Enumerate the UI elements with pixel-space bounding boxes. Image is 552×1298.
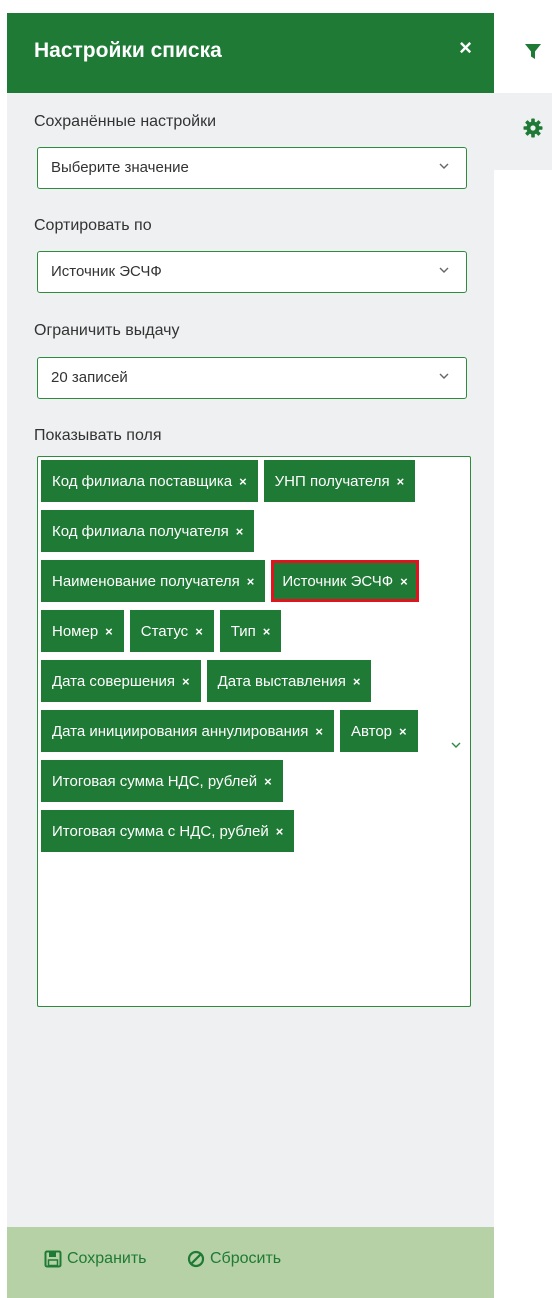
- field-tag-label: Тип: [230, 622, 256, 640]
- field-tag-label: Дата выставления: [217, 672, 346, 690]
- chevron-down-icon: [439, 267, 449, 273]
- field-tag-label: Код филиала получателя: [52, 522, 229, 540]
- field-tag-label: Дата инициирования аннулирования: [52, 722, 309, 740]
- field-tag-label: Код филиала поставщика: [52, 472, 233, 490]
- remove-tag-icon[interactable]: ×: [399, 724, 407, 739]
- remove-tag-icon[interactable]: ×: [236, 524, 244, 539]
- field-tag-label: Автор: [350, 722, 393, 740]
- left-edge-strip: [0, 100, 7, 1200]
- fields-multiselect[interactable]: Код филиала поставщика × УНП получателя × Ко…: [37, 456, 471, 1007]
- list-settings-panel: Настройки списка × Сохранённые настройки…: [7, 13, 494, 1298]
- remove-tag-icon[interactable]: ×: [182, 674, 190, 689]
- limit-label: Ограничить выдачу: [34, 322, 180, 339]
- saved-settings-label: Сохранённые настройки: [34, 113, 217, 130]
- remove-tag-icon[interactable]: ×: [105, 624, 113, 639]
- chevron-down-icon[interactable]: [450, 739, 462, 751]
- field-tag-label: Дата совершения: [52, 672, 176, 690]
- floppy-disk-icon: [44, 1250, 62, 1268]
- field-tag-label: Источник ЭСЧФ: [282, 572, 394, 590]
- field-tag[interactable]: Дата инициирования аннулирования ×: [41, 710, 334, 752]
- reset-button-label: Сбросить: [210, 1250, 282, 1267]
- field-tag[interactable]: Статус ×: [129, 610, 214, 652]
- remove-tag-icon[interactable]: ×: [397, 474, 405, 489]
- sort-by-label: Сортировать по: [34, 217, 152, 234]
- field-tag[interactable]: Источник ЭСЧФ ×: [271, 560, 419, 602]
- field-tag[interactable]: Код филиала поставщика ×: [41, 460, 258, 502]
- saved-settings-select[interactable]: Выберите значение: [37, 147, 467, 189]
- remove-tag-icon[interactable]: ×: [315, 724, 323, 739]
- field-tag[interactable]: Тип ×: [219, 610, 282, 652]
- field-tag-label: Статус: [140, 622, 189, 640]
- remove-tag-icon[interactable]: ×: [276, 824, 284, 839]
- side-toolbar: [494, 13, 552, 170]
- field-tag-label: Номер: [52, 622, 99, 640]
- remove-tag-icon[interactable]: ×: [239, 474, 247, 489]
- field-tag[interactable]: Наименование получателя ×: [41, 560, 266, 602]
- reset-button[interactable]: Сбросить: [187, 1250, 281, 1268]
- fields-tag-list: Код филиала поставщика × УНП получателя × Ко…: [41, 460, 441, 852]
- limit-select[interactable]: 20 записей: [37, 357, 467, 399]
- field-tag-label: УНП получателя: [274, 472, 390, 490]
- field-tag-label: Наименование получателя: [52, 572, 240, 590]
- chevron-down-icon: [439, 163, 449, 169]
- sort-by-value: Источник ЭСЧФ: [51, 263, 162, 280]
- field-tag[interactable]: УНП получателя ×: [263, 460, 416, 502]
- remove-tag-icon[interactable]: ×: [263, 624, 271, 639]
- field-tag[interactable]: Номер ×: [41, 610, 124, 652]
- panel-header: Настройки списка ×: [7, 13, 494, 93]
- close-icon[interactable]: ×: [459, 37, 472, 59]
- field-tag[interactable]: Итоговая сумма с НДС, рублей ×: [41, 810, 295, 852]
- field-tag-label: Итоговая сумма НДС, рублей: [52, 772, 258, 790]
- remove-tag-icon[interactable]: ×: [400, 574, 408, 589]
- save-button-label: Сохранить: [67, 1250, 147, 1267]
- field-tag[interactable]: Итоговая сумма НДС, рублей ×: [41, 760, 283, 802]
- remove-tag-icon[interactable]: ×: [264, 774, 272, 789]
- save-button[interactable]: Сохранить: [44, 1250, 147, 1268]
- fields-label: Показывать поля: [34, 427, 162, 444]
- chevron-down-icon: [439, 373, 449, 379]
- app-stage: Настройки списка × Сохранённые настройки…: [0, 0, 552, 1298]
- limit-value: 20 записей: [51, 369, 128, 386]
- remove-tag-icon[interactable]: ×: [353, 674, 361, 689]
- remove-tag-icon[interactable]: ×: [195, 624, 203, 639]
- panel-title: Настройки списка: [34, 39, 222, 62]
- gear-icon[interactable]: [523, 118, 543, 138]
- saved-settings-value: Выберите значение: [51, 159, 189, 176]
- field-tag[interactable]: Автор ×: [339, 710, 418, 752]
- filter-tab: [494, 13, 552, 93]
- field-tag[interactable]: Дата выставления ×: [206, 660, 372, 702]
- field-tag[interactable]: Код филиала получателя ×: [41, 510, 255, 552]
- filter-icon[interactable]: [524, 43, 542, 61]
- sort-by-select[interactable]: Источник ЭСЧФ: [37, 251, 467, 293]
- field-tag-label: Итоговая сумма с НДС, рублей: [52, 822, 269, 840]
- remove-tag-icon[interactable]: ×: [247, 574, 255, 589]
- panel-footer: Сохранить Сбросить: [7, 1227, 494, 1298]
- field-tag[interactable]: Дата совершения ×: [41, 660, 201, 702]
- ban-icon: [187, 1250, 205, 1268]
